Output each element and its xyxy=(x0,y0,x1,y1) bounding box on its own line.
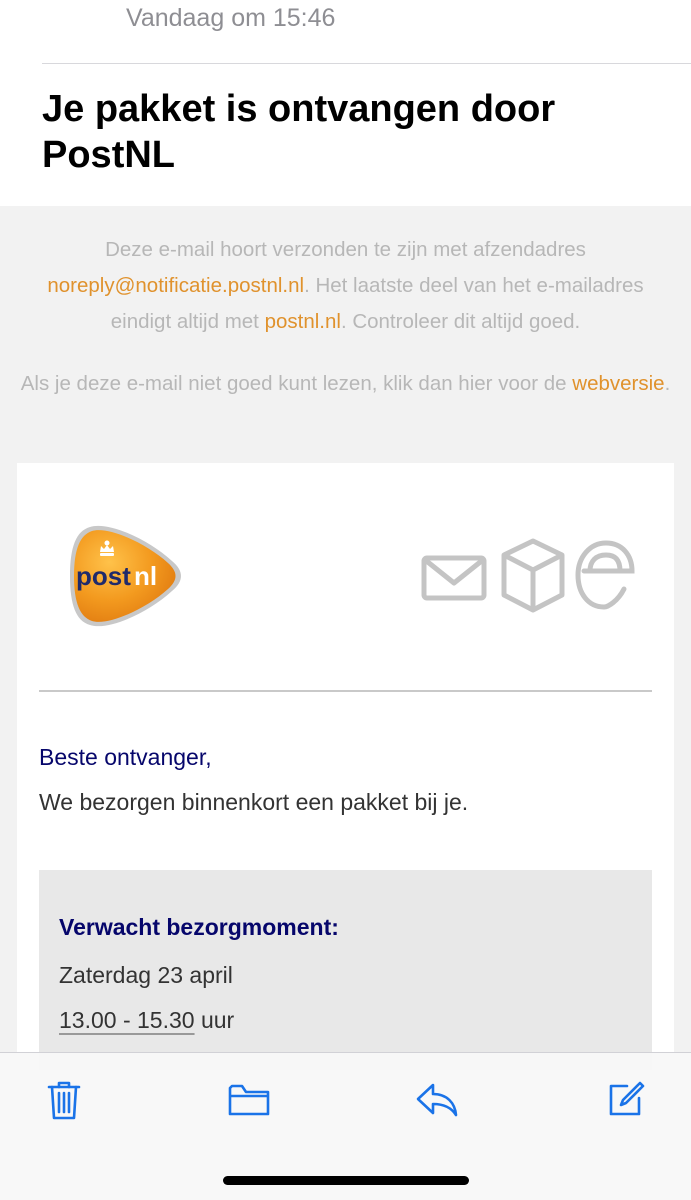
email-subject: Je pakket is ontvangen door PostNL xyxy=(42,88,556,176)
trash-button[interactable] xyxy=(42,1076,86,1124)
trash-icon xyxy=(47,1081,81,1120)
postnl-logo[interactable]: post nl xyxy=(68,521,184,631)
folder-icon xyxy=(228,1084,270,1116)
move-to-folder-button[interactable] xyxy=(227,1076,271,1124)
webversion-link[interactable]: webversie xyxy=(572,372,664,395)
home-indicator xyxy=(223,1176,469,1185)
greeting: Beste ontvanger, xyxy=(39,744,212,770)
webversion-notice-text: Als je deze e-mail niet goed kunt lezen,… xyxy=(20,372,573,395)
delivery-time-unit: uur xyxy=(194,1007,235,1033)
received-time: Vandaag om 15:46 xyxy=(126,4,336,32)
delivery-time-range[interactable]: 13.00 - 15.30 xyxy=(59,1007,195,1033)
compose-icon xyxy=(609,1081,645,1116)
sender-email-link[interactable]: noreply@notificatie.postnl.nl xyxy=(47,274,304,297)
logo-text-nl: nl xyxy=(134,561,157,591)
envelope-icon xyxy=(421,555,487,601)
at-sign-icon xyxy=(575,540,635,610)
reply-icon xyxy=(416,1083,458,1117)
webversion-notice-end: . xyxy=(664,372,671,395)
sender-domain-link[interactable]: postnl.nl xyxy=(265,310,341,333)
service-icons xyxy=(421,538,635,613)
sender-notice-text-1: Deze e-mail hoort verzonden te zijn met … xyxy=(105,238,586,261)
intro-text: We bezorgen binnenkort een pakket bij je… xyxy=(39,789,469,815)
card-divider xyxy=(39,690,652,692)
header-divider xyxy=(42,63,691,64)
package-icon xyxy=(501,538,565,613)
webversion-notice: Als je deze e-mail niet goed kunt lezen,… xyxy=(20,366,671,402)
sender-notice: Deze e-mail hoort verzonden te zijn met … xyxy=(20,232,671,340)
delivery-time: 13.00 - 15.30 uur xyxy=(59,1007,234,1034)
sender-notice-text-3: . Controleer dit altijd goed. xyxy=(340,310,581,333)
delivery-title: Verwacht bezorgmoment: xyxy=(59,914,339,940)
reply-button[interactable] xyxy=(415,1076,459,1124)
delivery-date: Zaterdag 23 april xyxy=(59,962,233,988)
compose-button[interactable] xyxy=(603,1076,647,1124)
logo-text-post: post xyxy=(76,561,131,591)
